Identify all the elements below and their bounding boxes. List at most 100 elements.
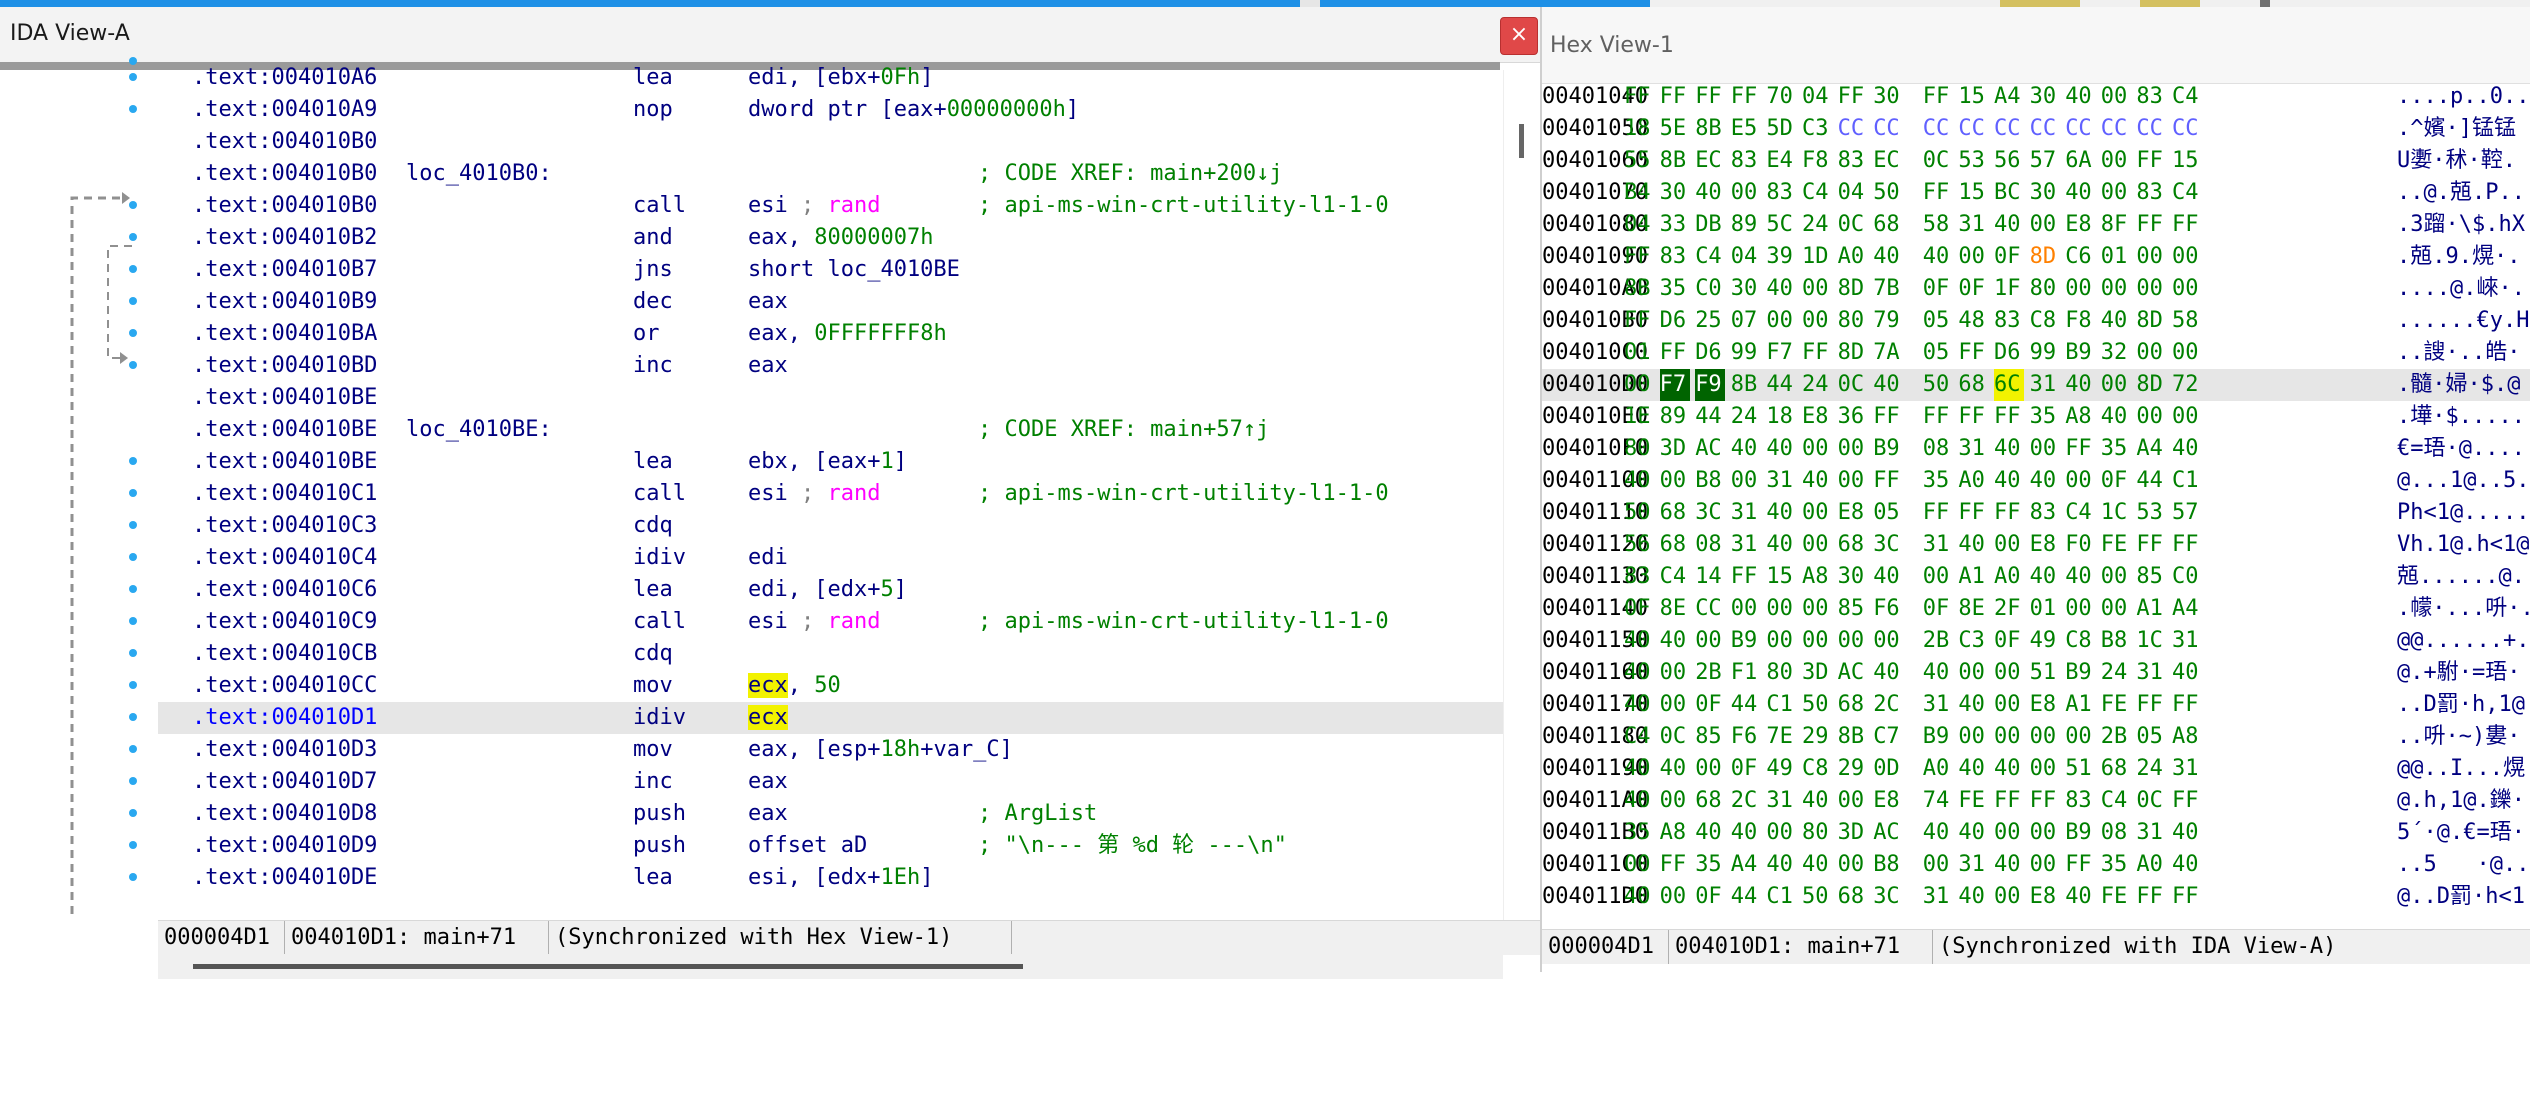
hex-byte[interactable]: 40: [1802, 785, 1832, 817]
hex-byte[interactable]: FF: [1873, 465, 1903, 497]
hex-byte[interactable]: 44: [1766, 369, 1796, 401]
close-icon[interactable]: ×: [1500, 17, 1538, 55]
hex-byte[interactable]: 40: [1958, 881, 1988, 913]
hex-byte[interactable]: C4: [2172, 81, 2202, 113]
hex-row[interactable]: 00401180 C4 0C 85 F6 7E 29 8B C7 B9 00 00 00 00 2B 05 A8…: [1542, 721, 2530, 753]
hex-row[interactable]: 004010D0 00 F7 F9 8B 44 24 0C 40 50 68 6C 31 40 00 8D 72…: [1542, 369, 2530, 401]
operand-token[interactable]: 00000000h: [947, 97, 1066, 122]
line-address[interactable]: .text:004010B2: [192, 222, 377, 254]
hex-byte[interactable]: 2B: [1923, 625, 1953, 657]
operand-token[interactable]: ]: [894, 577, 907, 602]
hex-byte[interactable]: 31: [2172, 753, 2202, 785]
hex-byte[interactable]: 40: [2101, 305, 2131, 337]
hex-byte[interactable]: 00: [2101, 561, 2131, 593]
hex-byte[interactable]: A0: [1994, 561, 2024, 593]
hex-byte[interactable]: A4: [1994, 81, 2024, 113]
hex-byte[interactable]: 31: [1766, 785, 1796, 817]
hex-byte[interactable]: 00: [2030, 753, 2060, 785]
hex-byte[interactable]: 0F: [1731, 753, 1761, 785]
instruction-operands[interactable]: ecx: [748, 702, 788, 734]
hex-byte[interactable]: 68: [1660, 529, 1690, 561]
hex-byte[interactable]: B8: [2101, 625, 2131, 657]
hex-byte[interactable]: 40: [1624, 465, 1654, 497]
instruction-mnemonic[interactable]: push: [633, 830, 686, 862]
hex-byte[interactable]: 72: [2172, 369, 2202, 401]
hex-byte[interactable]: C8: [1802, 753, 1832, 785]
disasm-line[interactable]: .text:004010DE lea esi, [edx+1Eh]: [158, 862, 1503, 894]
hex-byte[interactable]: 00: [2065, 273, 2095, 305]
disasm-line[interactable]: .text:004010D9 push offset aD ; "\n--- 第 %d…: [158, 830, 1503, 862]
hex-byte[interactable]: 40: [1873, 369, 1903, 401]
hex-byte[interactable]: 04: [1838, 177, 1868, 209]
hex-byte[interactable]: C4: [2172, 177, 2202, 209]
hex-byte[interactable]: 31: [1958, 433, 1988, 465]
instruction-mnemonic[interactable]: call: [633, 478, 686, 510]
hex-byte[interactable]: FF: [2136, 881, 2166, 913]
operand-token[interactable]: eax: [748, 289, 788, 314]
hex-byte[interactable]: A4: [1731, 849, 1761, 881]
hex-byte[interactable]: FE: [2101, 881, 2131, 913]
operand-token[interactable]: ]: [920, 65, 933, 90]
hex-byte[interactable]: D6: [1660, 305, 1690, 337]
hex-byte[interactable]: 40: [1873, 561, 1903, 593]
hex-byte[interactable]: 56: [1994, 145, 2024, 177]
hex-byte[interactable]: 30: [1838, 561, 1868, 593]
hex-byte[interactable]: FF: [1958, 497, 1988, 529]
hex-byte[interactable]: FF: [2136, 209, 2166, 241]
hex-byte[interactable]: 01: [2101, 241, 2131, 273]
hex-byte[interactable]: 00: [2101, 369, 2131, 401]
hex-byte[interactable]: FF: [1624, 241, 1654, 273]
hex-byte[interactable]: B9: [2065, 657, 2095, 689]
ascii-column[interactable]: €=珸·@.....: [2397, 433, 2530, 465]
hex-byte[interactable]: 55: [1624, 145, 1654, 177]
hex-byte[interactable]: FE: [2101, 529, 2131, 561]
instruction-operands[interactable]: edi, [edx+5]: [748, 574, 907, 606]
hex-byte[interactable]: C4: [2101, 785, 2131, 817]
hex-byte[interactable]: E8: [2030, 529, 2060, 561]
hex-byte[interactable]: C1: [1766, 689, 1796, 721]
hex-byte[interactable]: CC: [2172, 113, 2202, 145]
disasm-line[interactable]: .text:004010B7 jns short loc_4010BE: [158, 254, 1503, 286]
line-address[interactable]: .text:004010B0: [192, 158, 377, 190]
line-address[interactable]: .text:004010BE: [192, 446, 377, 478]
hex-byte[interactable]: 1C: [2136, 625, 2166, 657]
disasm-line[interactable]: .text:004010B0 loc_4010B0: ; CODE XREF: ma…: [158, 158, 1503, 190]
hex-byte[interactable]: A8: [2172, 721, 2202, 753]
hex-byte[interactable]: 2F: [1994, 593, 2024, 625]
line-address[interactable]: .text:004010C6: [192, 574, 377, 606]
hex-byte[interactable]: 00: [2172, 241, 2202, 273]
hex-byte[interactable]: 31: [2136, 817, 2166, 849]
hex-byte[interactable]: FF: [2136, 145, 2166, 177]
hex-byte[interactable]: 00: [2101, 145, 2131, 177]
hex-byte[interactable]: FF: [1660, 337, 1690, 369]
operand-token[interactable]: ;: [801, 609, 828, 634]
hex-byte[interactable]: E8: [1873, 785, 1903, 817]
instruction-operands[interactable]: ecx, 50: [748, 670, 841, 702]
hex-byte[interactable]: C0: [1695, 273, 1725, 305]
hex-byte[interactable]: 40: [1802, 849, 1832, 881]
hex-byte[interactable]: 05: [1923, 305, 1953, 337]
hex-byte[interactable]: 15: [1958, 177, 1988, 209]
operand-token[interactable]: edi: [748, 545, 788, 570]
hex-byte[interactable]: 00: [2030, 817, 2060, 849]
line-address[interactable]: .text:004010CB: [192, 638, 377, 670]
hex-byte[interactable]: 56: [1624, 529, 1654, 561]
instruction-mnemonic[interactable]: inc: [633, 350, 673, 382]
hex-byte[interactable]: 99: [1731, 337, 1761, 369]
hex-byte[interactable]: 0D: [1873, 753, 1903, 785]
ascii-column[interactable]: ..5 ·@..: [2397, 849, 2529, 881]
hex-byte[interactable]: 89: [1660, 401, 1690, 433]
hex-byte[interactable]: 31: [1731, 529, 1761, 561]
hex-byte[interactable]: 00: [1766, 625, 1796, 657]
hex-byte[interactable]: FF: [1731, 561, 1761, 593]
breakpoint-dot-icon[interactable]: [129, 457, 137, 465]
hex-row[interactable]: 00401110 50 68 3C 31 40 00 E8 05 FF FF FF 83 C4 1C 53 57…: [1542, 497, 2530, 529]
hex-row[interactable]: 004011B0 35 A8 40 40 00 80 3D AC 40 40 00 00 B9 08 31 40…: [1542, 817, 2530, 849]
line-address[interactable]: .text:004010D3: [192, 734, 377, 766]
hex-byte[interactable]: 00: [2030, 433, 2060, 465]
hex-byte[interactable]: 00: [1838, 433, 1868, 465]
hex-byte[interactable]: A0: [1923, 753, 1953, 785]
instruction-mnemonic[interactable]: nop: [633, 94, 673, 126]
operand-token[interactable]: esi: [748, 193, 801, 218]
ascii-column[interactable]: .墷·$.....: [2397, 401, 2525, 433]
